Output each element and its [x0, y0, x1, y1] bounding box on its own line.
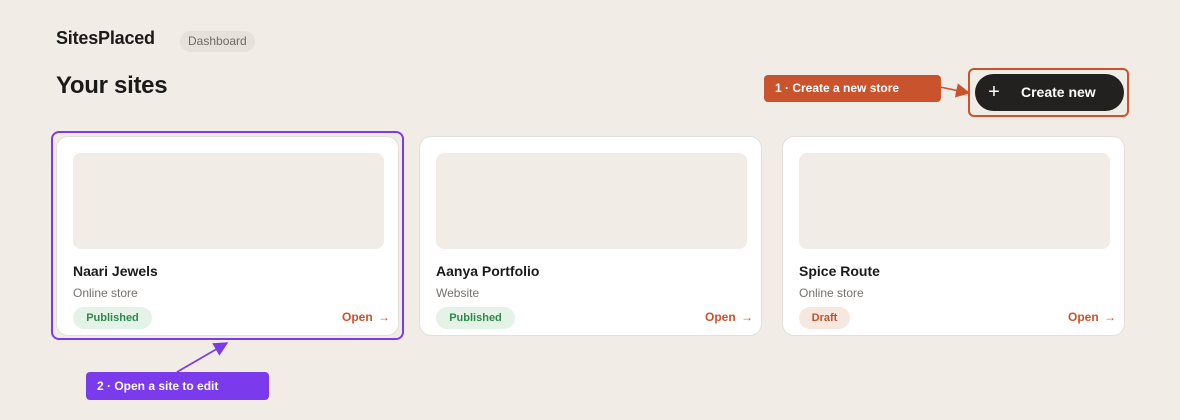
site-card-spice-route[interactable]: Spice Route Online store Draft Open → — [782, 136, 1125, 336]
site-card-aanya-portfolio[interactable]: Aanya Portfolio Website Published Open → — [419, 136, 762, 336]
open-site-link[interactable]: Open → — [1068, 310, 1116, 324]
site-thumbnail[interactable] — [436, 153, 747, 249]
arrow-right-icon: → — [378, 310, 390, 324]
site-thumbnail[interactable] — [799, 153, 1110, 249]
site-type: Online store — [73, 286, 138, 300]
arrow-right-icon: → — [741, 310, 753, 324]
dashboard-page: SitesPlaced Dashboard Your sites 1 · Cre… — [0, 0, 1180, 420]
create-new-button[interactable]: + Create new — [975, 74, 1124, 111]
open-label: Open — [704, 310, 736, 324]
brand-logo[interactable]: SitesPlaced — [56, 28, 155, 49]
site-card-naari-jewels[interactable]: Naari Jewels Online store Published Open… — [56, 136, 399, 336]
page-title: Your sites — [56, 72, 168, 99]
annotation-step-1: 1 · Create a new store — [764, 75, 941, 102]
plus-icon: + — [988, 81, 1000, 103]
status-badge: Published — [436, 307, 515, 329]
site-type: Website — [436, 286, 480, 300]
annotation-arrow-step-2 — [176, 342, 229, 373]
breadcrumb[interactable]: Dashboard — [180, 31, 255, 52]
site-name: Spice Route — [799, 263, 880, 279]
open-site-link[interactable]: Open → — [705, 310, 753, 324]
open-label: Open — [1067, 310, 1099, 324]
status-badge: Draft — [799, 307, 850, 329]
site-type: Online store — [799, 286, 864, 300]
site-name: Aanya Portfolio — [436, 263, 540, 279]
annotation-step-2: 2 · Open a site to edit — [86, 372, 269, 400]
arrow-right-icon: → — [1104, 310, 1116, 324]
open-site-link[interactable]: Open → — [342, 310, 390, 324]
status-badge: Published — [73, 307, 152, 329]
create-new-label: Create new — [1021, 84, 1096, 100]
site-thumbnail[interactable] — [73, 153, 384, 249]
open-label: Open — [341, 310, 373, 324]
site-name: Naari Jewels — [73, 263, 158, 279]
annotation-arrow-step-1 — [939, 83, 971, 98]
